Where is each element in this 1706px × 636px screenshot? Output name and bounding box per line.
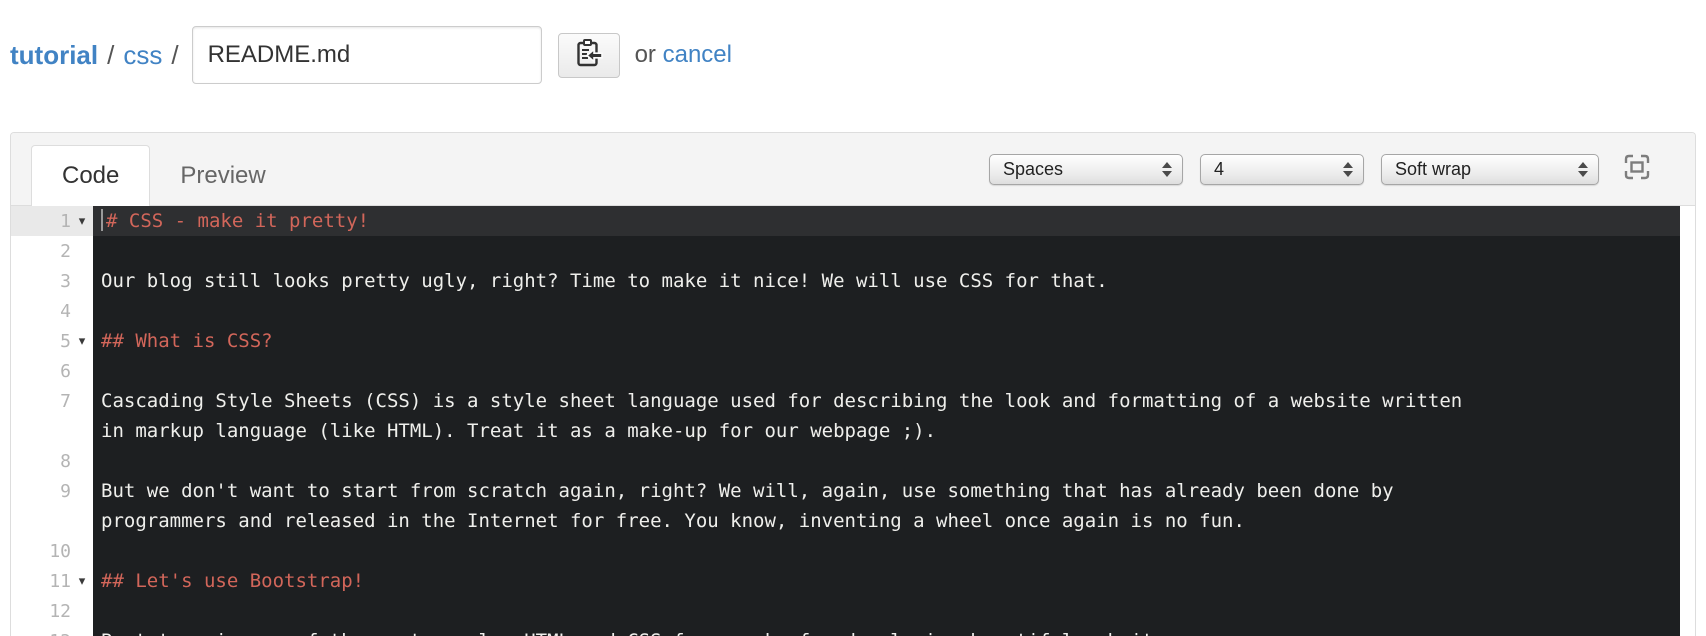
- or-text: or: [634, 41, 656, 68]
- line-number: 9: [60, 480, 71, 502]
- line-number: 8: [60, 450, 71, 472]
- line-number: 3: [60, 270, 71, 292]
- breadcrumb-repo-link[interactable]: tutorial: [10, 40, 98, 71]
- line-number: 7: [60, 390, 71, 412]
- code-line-9-row1[interactable]: But we don't want to start from scratch …: [93, 476, 1680, 506]
- indent-mode-select[interactable]: Spaces: [989, 153, 1183, 185]
- gutter-line-12: 12: [11, 596, 93, 626]
- scrollbar-gutter[interactable]: [1680, 206, 1695, 636]
- filename-input[interactable]: [191, 26, 542, 84]
- select-arrows-icon: [1578, 161, 1588, 177]
- wrap-mode-value: Soft wrap: [1395, 158, 1472, 179]
- fold-toggle-icon[interactable]: ▾: [71, 333, 93, 349]
- code-line-10[interactable]: [93, 536, 1680, 566]
- page: tutorial / css / or cancel Code Prev: [0, 0, 1706, 636]
- line-number: 13: [49, 631, 71, 636]
- code-line-2[interactable]: [93, 236, 1680, 266]
- editor-toolbar: Code Preview Spaces 4 Soft wrap: [11, 133, 1695, 206]
- code-line-13[interactable]: Bootstrap is one of the most popular HTM…: [93, 626, 1680, 636]
- cancel-link[interactable]: cancel: [663, 41, 732, 68]
- code-line-5[interactable]: ## What is CSS?: [93, 326, 1680, 356]
- code-column[interactable]: # CSS - make it pretty! Our blog still lo…: [93, 206, 1680, 636]
- code-line-7-row1[interactable]: Cascading Style Sheets (CSS) is a style …: [93, 386, 1680, 416]
- line-number: 12: [49, 600, 71, 622]
- code-line-11[interactable]: ## Let's use Bootstrap!: [93, 566, 1680, 596]
- line-number: 5: [60, 330, 71, 352]
- gutter-line-9: 9: [11, 476, 93, 506]
- or-cancel: or cancel: [635, 41, 732, 69]
- copy-path-button[interactable]: [557, 32, 620, 78]
- gutter-line-8: 8: [11, 446, 93, 476]
- select-arrows-icon: [1162, 161, 1172, 177]
- code-editor[interactable]: 1▾2345▾67891011▾1213 # CSS - make it pre…: [11, 206, 1695, 636]
- code-line-4[interactable]: [93, 296, 1680, 326]
- breadcrumb-separator: /: [107, 39, 115, 70]
- gutter-line-6: 6: [11, 356, 93, 386]
- line-number: 11: [49, 570, 71, 592]
- fold-toggle-icon[interactable]: ▾: [71, 573, 93, 589]
- code-line-3[interactable]: Our blog still looks pretty ugly, right?…: [93, 266, 1680, 296]
- fold-toggle-icon[interactable]: ▾: [71, 213, 93, 229]
- tab-code[interactable]: Code: [31, 145, 151, 206]
- tab-bar: Code Preview: [31, 145, 296, 206]
- gutter-line-9-wrap: [11, 506, 93, 536]
- line-number: 4: [60, 300, 71, 322]
- gutter-line-11: 11 ▾: [11, 566, 93, 596]
- wrap-mode-select[interactable]: Soft wrap: [1381, 153, 1599, 185]
- gutter-line-10: 10: [11, 536, 93, 566]
- gutter-line-1: 1 ▾: [11, 206, 93, 236]
- indent-mode-value: Spaces: [1003, 158, 1064, 179]
- tab-preview[interactable]: Preview: [150, 146, 295, 205]
- gutter-line-5: 5 ▾: [11, 326, 93, 356]
- gutter-line-13: 13: [11, 626, 93, 636]
- file-header: tutorial / css / or cancel: [10, 24, 732, 86]
- breadcrumb-folder-link[interactable]: css: [123, 40, 162, 71]
- code-line-1[interactable]: # CSS - make it pretty!: [93, 206, 1680, 236]
- indent-size-value: 4: [1214, 158, 1225, 179]
- code-line-9-row2[interactable]: programmers and released in the Internet…: [93, 506, 1680, 536]
- code-line-7-row2[interactable]: in markup language (like HTML). Treat it…: [93, 416, 1680, 446]
- indent-size-select[interactable]: 4: [1200, 153, 1364, 185]
- line-number: 6: [60, 360, 71, 382]
- line-number: 2: [60, 240, 71, 262]
- line-number: 10: [49, 540, 71, 562]
- text-cursor: [101, 209, 103, 231]
- line-number: 1: [60, 210, 71, 232]
- code-line-12[interactable]: [93, 596, 1680, 626]
- gutter-column: 1▾2345▾67891011▾1213: [11, 206, 93, 636]
- code-line-6[interactable]: [93, 356, 1680, 386]
- breadcrumb-separator: /: [171, 39, 179, 70]
- gutter-line-3: 3: [11, 266, 93, 296]
- select-arrows-icon: [1343, 161, 1353, 177]
- gutter-line-7-wrap: [11, 416, 93, 446]
- code-line-8[interactable]: [93, 446, 1680, 476]
- toolbar-controls: Spaces 4 Soft wrap: [972, 153, 1653, 185]
- clipboard-paste-icon: [575, 38, 603, 73]
- gutter-line-2: 2: [11, 236, 93, 266]
- screen-full-icon: [1622, 152, 1652, 187]
- gutter-line-4: 4: [11, 296, 93, 326]
- gutter-line-7: 7: [11, 386, 93, 416]
- editor-panel: Code Preview Spaces 4 Soft wrap 1 ▾ 2 3 …: [10, 132, 1696, 636]
- fullscreen-button[interactable]: [1621, 153, 1653, 185]
